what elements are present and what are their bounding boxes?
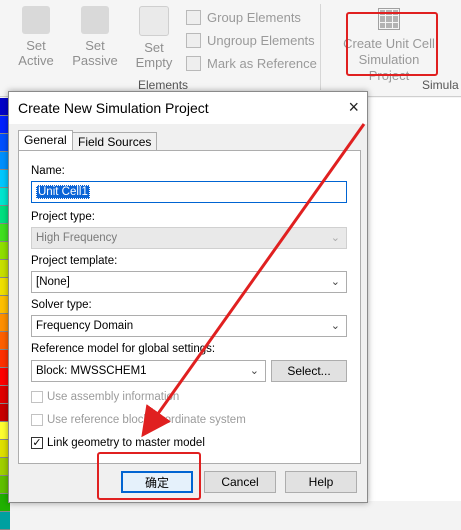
color-scale-segment xyxy=(0,512,10,530)
arrow-line xyxy=(141,123,366,438)
annotation-arrow xyxy=(141,123,366,438)
